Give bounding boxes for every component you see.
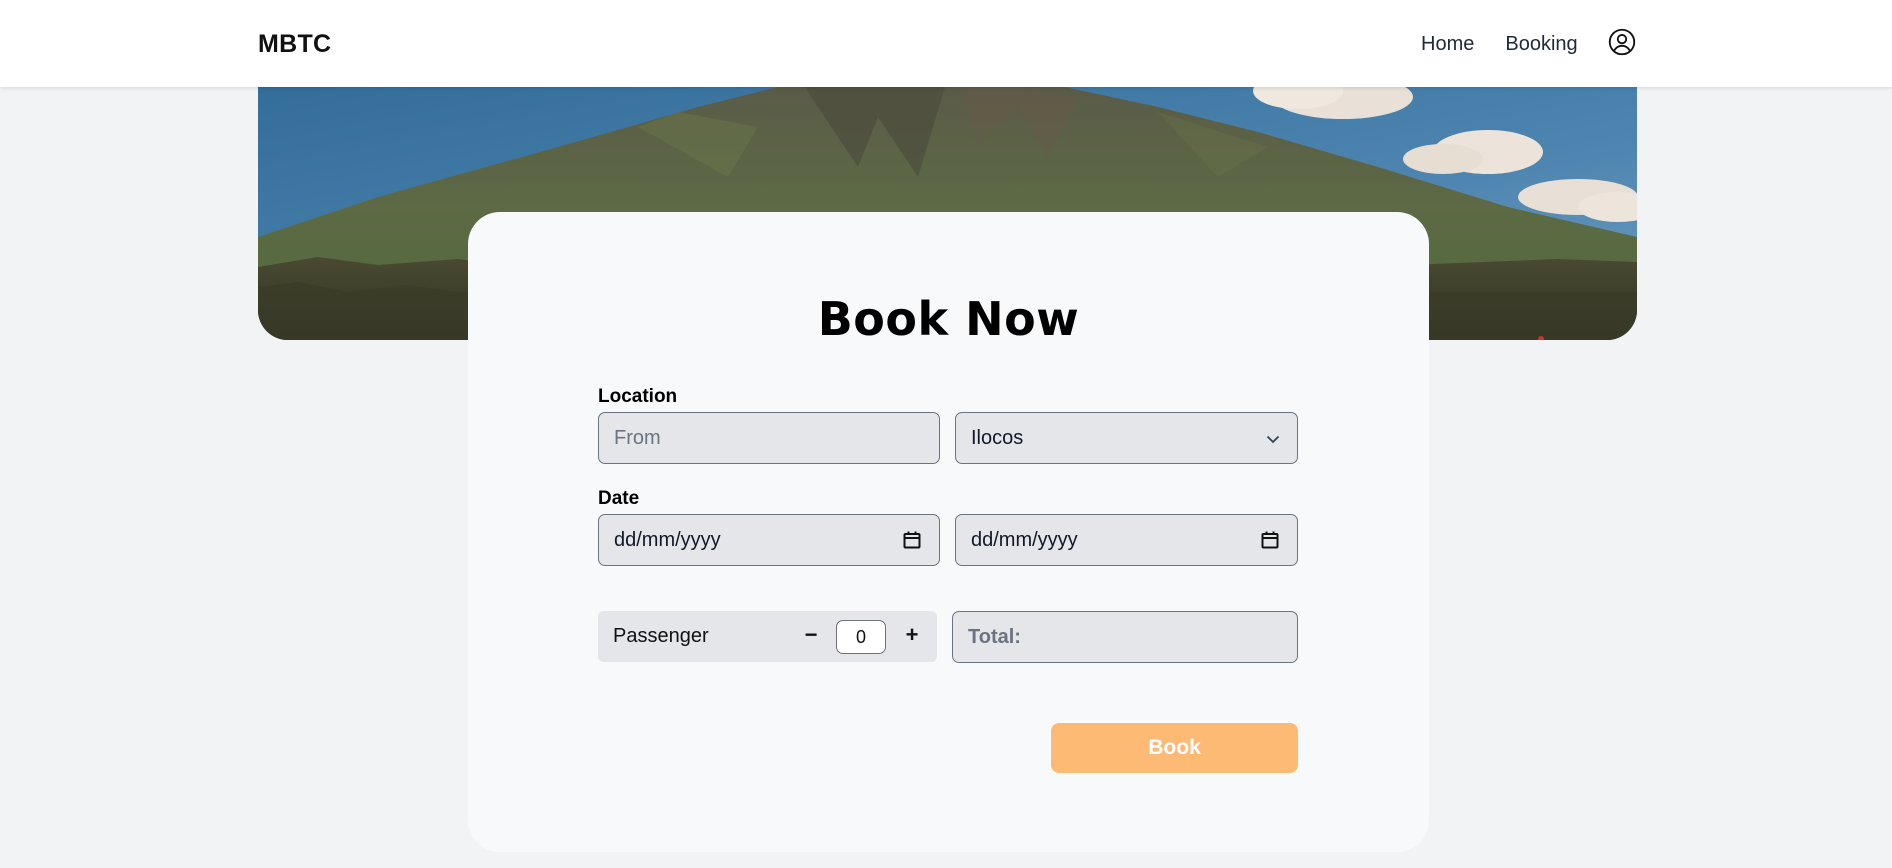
location-label: Location — [598, 386, 678, 407]
passenger-label: Passenger — [613, 625, 709, 647]
user-circle-icon[interactable] — [1608, 28, 1636, 56]
total-field: Total: — [952, 611, 1298, 663]
decrement-button[interactable]: − — [801, 623, 821, 647]
nav-link-booking[interactable]: Booking — [1505, 33, 1577, 56]
booking-card: Book Now Location Ilocos Date dd/mm/yyyy… — [468, 212, 1429, 852]
page-title: Book Now — [817, 292, 1080, 346]
end-date-placeholder: dd/mm/yyyy — [971, 528, 1078, 551]
start-date-input[interactable]: dd/mm/yyyy — [598, 514, 940, 566]
chevron-down-icon — [1266, 435, 1280, 444]
book-button[interactable]: Book — [1051, 723, 1298, 773]
increment-button[interactable]: + — [902, 623, 922, 647]
total-label: Total: — [968, 626, 1021, 648]
passenger-stepper: Passenger − 0 + — [598, 611, 937, 662]
calendar-icon[interactable] — [902, 530, 922, 550]
from-input[interactable] — [614, 426, 924, 450]
nav-links: Home Booking — [1421, 28, 1636, 56]
nav-link-home[interactable]: Home — [1421, 33, 1474, 56]
top-nav: MBTC Home Booking — [0, 0, 1892, 87]
brand-logo[interactable]: MBTC — [258, 30, 331, 59]
destination-select[interactable]: Ilocos — [955, 412, 1298, 464]
from-input-wrapper — [598, 412, 940, 464]
date-label: Date — [598, 488, 640, 509]
passenger-count[interactable]: 0 — [836, 620, 886, 654]
end-date-input[interactable]: dd/mm/yyyy — [955, 514, 1298, 566]
calendar-icon[interactable] — [1260, 530, 1280, 550]
start-date-placeholder: dd/mm/yyyy — [614, 528, 721, 551]
destination-select-value: Ilocos — [971, 426, 1024, 449]
